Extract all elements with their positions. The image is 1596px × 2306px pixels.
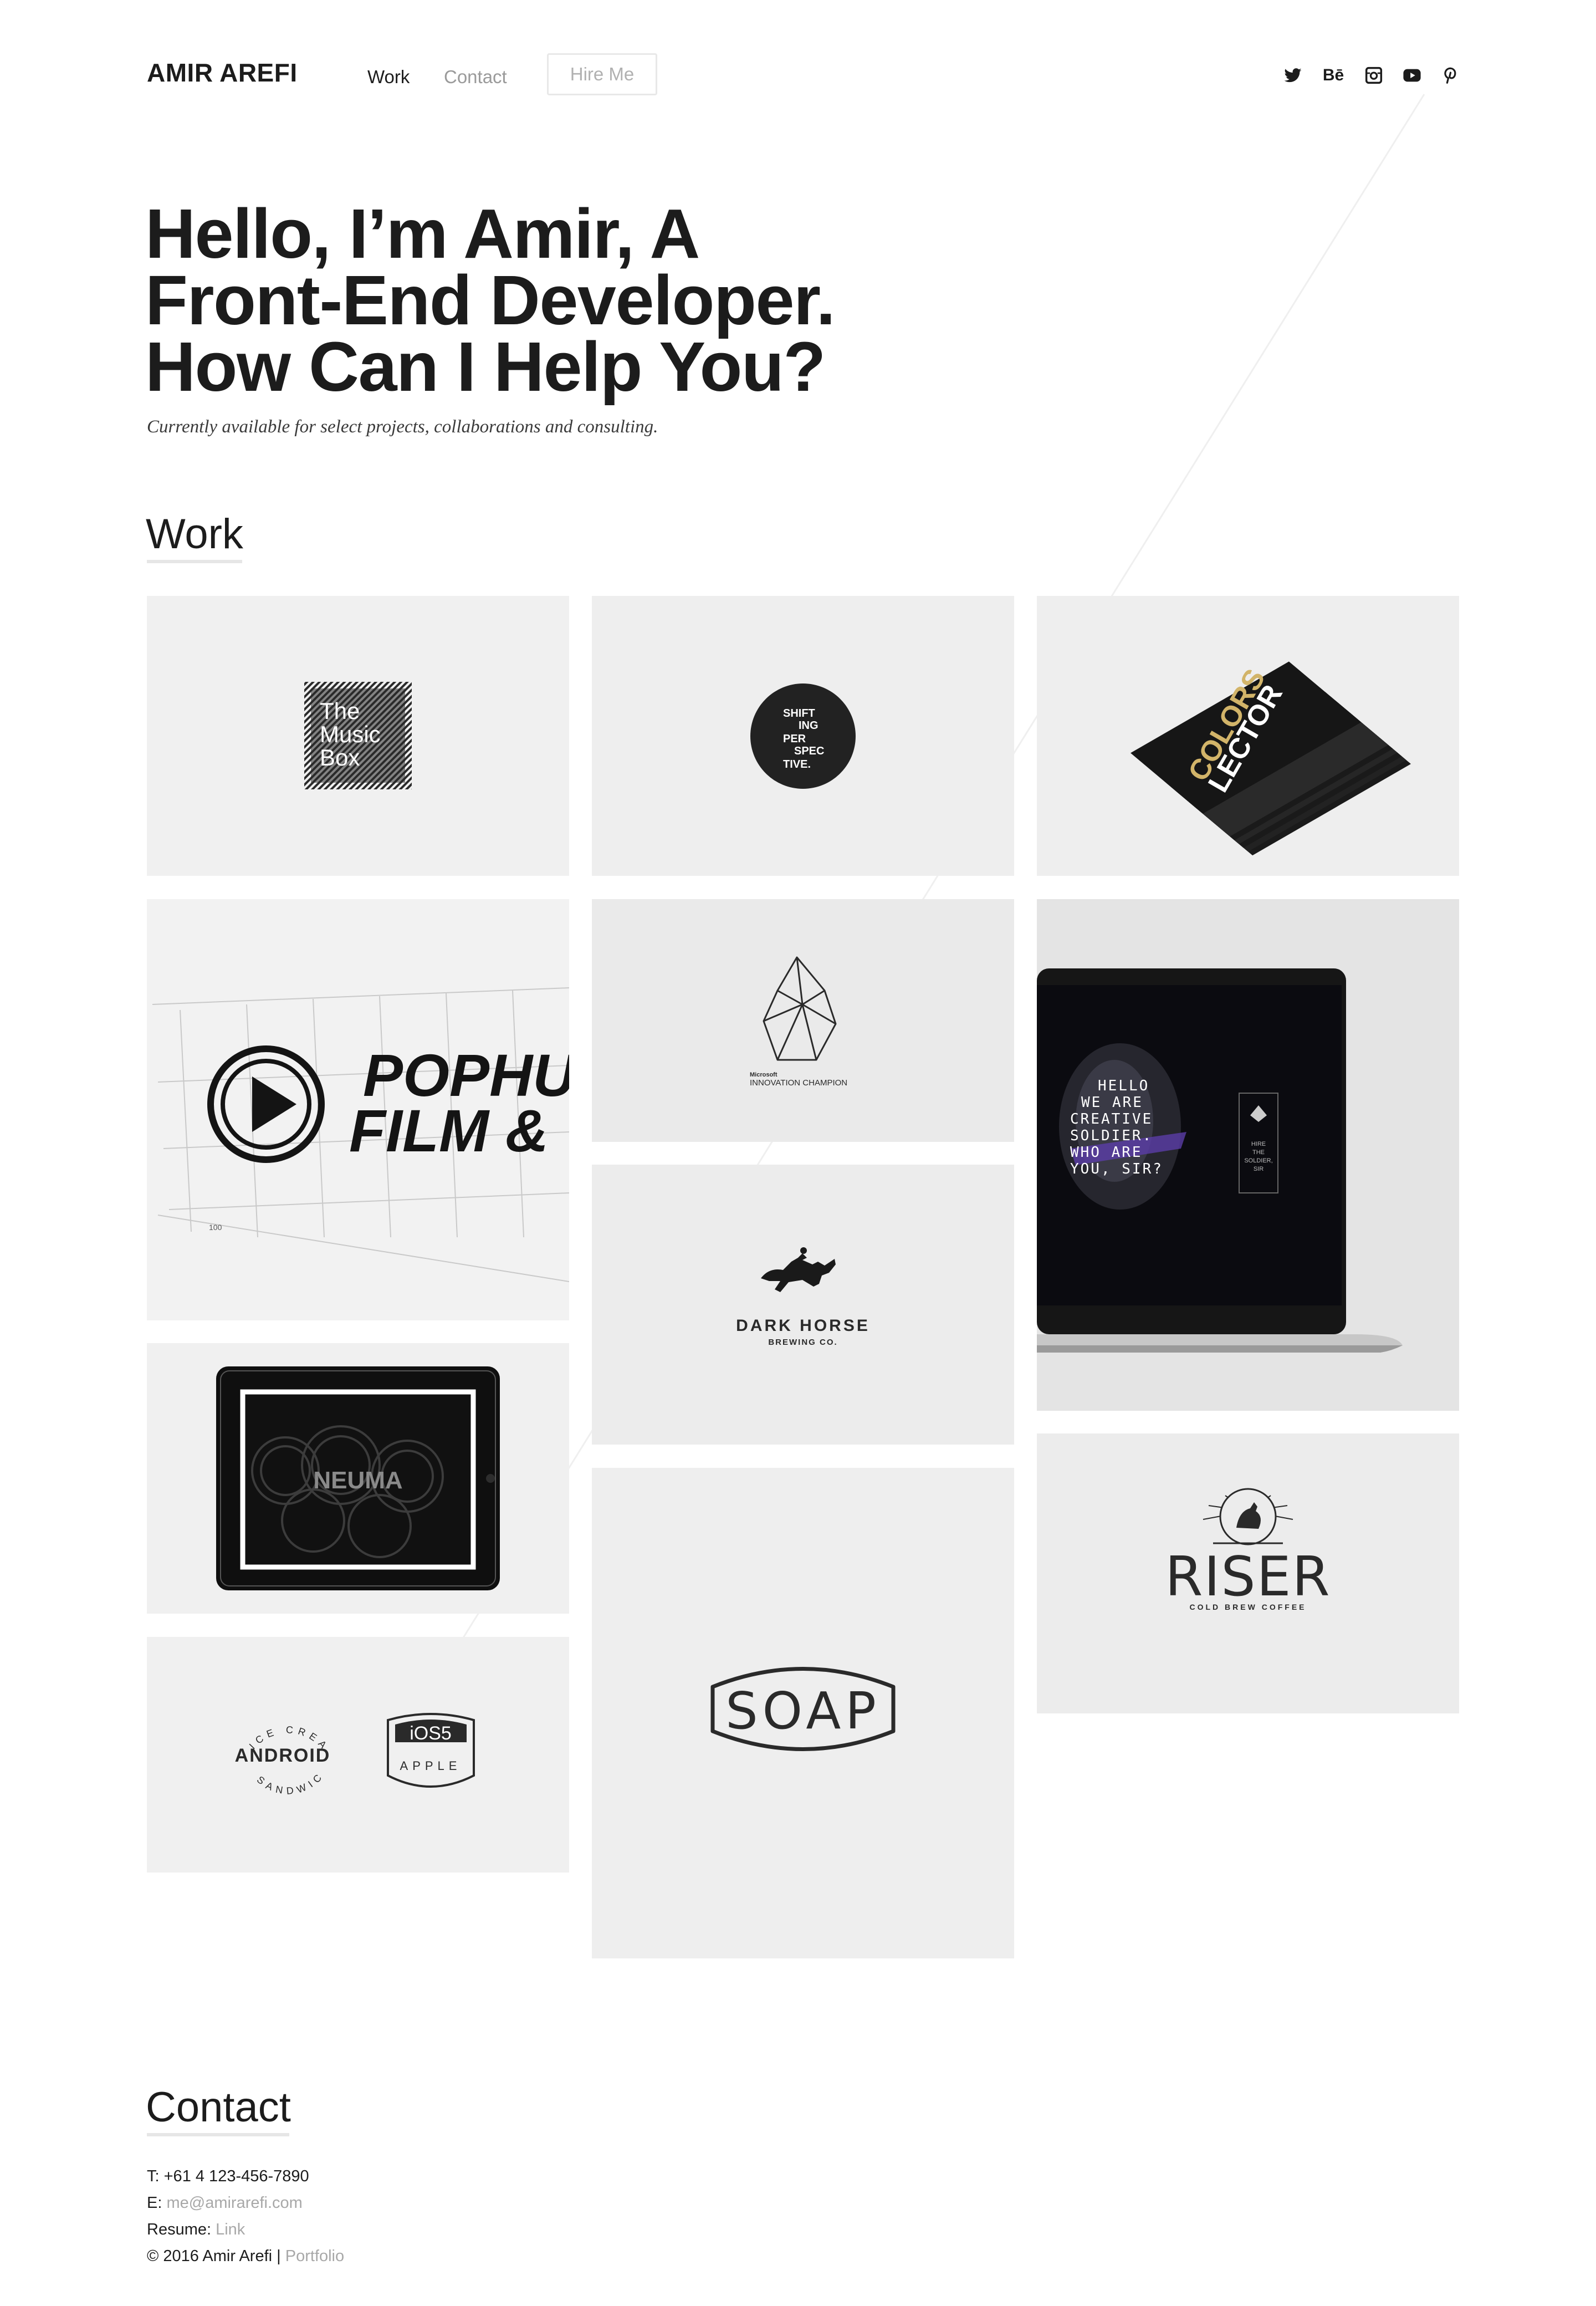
- youtube-icon[interactable]: [1402, 65, 1422, 85]
- project-tile-innovation-champion[interactable]: Microsoft INNOVATION CHAMPION: [592, 899, 1014, 1142]
- ios-label: iOS5: [410, 1723, 452, 1744]
- phone-number: +61 4 123-456-7890: [163, 2167, 309, 2185]
- project-tile-neuma[interactable]: NEUMA: [147, 1343, 569, 1614]
- svg-text:ICE CREAM: ICE CREAM: [147, 1637, 331, 1754]
- laptop-mockup: HELLO WE ARE CREATIVE SOLDIER. WHO ARE Y…: [1037, 968, 1403, 1353]
- email-label: E:: [147, 2194, 167, 2212]
- soap-logo: SOAP: [710, 1667, 896, 1751]
- project-tile-pophu-film[interactable]: POPHU FILM & 100: [147, 899, 569, 1320]
- laptop-headline: WHO ARE: [1070, 1144, 1143, 1161]
- portfolio-link[interactable]: Portfolio: [285, 2247, 344, 2265]
- work-section-title: Work: [146, 511, 243, 558]
- neuma-tablet: NEUMA: [216, 1366, 500, 1590]
- android-ios-badges: ICE CREAM ANDROID SANDWICH iOS5 APPLE: [147, 1637, 475, 1797]
- innovation-label: INNOVATION CHAMPION: [750, 1078, 847, 1088]
- project-tile-shifting-perspective[interactable]: SHIFT ING PER SPEC TIVE.: [592, 596, 1014, 876]
- shifting-text: SHIFT: [783, 707, 815, 720]
- soap-title: SOAP: [725, 1681, 881, 1741]
- hero-line: How Can I Help You?: [145, 328, 826, 406]
- laptop-headline: YOU, SIR?: [1070, 1161, 1163, 1177]
- shifting-text: ING: [799, 720, 819, 732]
- resume-label: Resume:: [147, 2221, 216, 2238]
- laptop-side-text: SIR: [1254, 1166, 1264, 1172]
- laptop-side-text: SOLDIER,: [1244, 1157, 1272, 1164]
- laptop-side-text: THE: [1252, 1149, 1265, 1156]
- dark-horse-logo: DARK HORSE BREWING CO.: [736, 1247, 870, 1347]
- pinterest-icon[interactable]: [1440, 65, 1460, 85]
- innovation-champion-logo: Microsoft INNOVATION CHAMPION: [750, 956, 847, 1088]
- hero-line: Hello, I’m Amir, A: [145, 195, 700, 273]
- music-box-logo: The Music Box: [304, 682, 412, 789]
- hero-line: Front-End Developer.: [145, 261, 836, 339]
- apple-label: APPLE: [400, 1759, 462, 1773]
- project-tile-android-ios[interactable]: ICE CREAM ANDROID SANDWICH iOS5 APPLE: [147, 1637, 569, 1873]
- email-link[interactable]: me@amirarefi.com: [166, 2194, 302, 2212]
- pophu-film-logo: POPHU FILM & 100: [152, 987, 569, 1282]
- music-box-text: Box: [320, 744, 360, 771]
- riser-title: RISER: [1165, 1545, 1331, 1609]
- instagram-icon[interactable]: [1364, 65, 1384, 85]
- laptop-headline: CREATIVE: [1070, 1111, 1153, 1128]
- contact-email-row: E: me@amirarefi.com: [147, 2190, 344, 2216]
- hire-me-button[interactable]: Hire Me: [547, 53, 657, 95]
- pophu-subtitle: FILM &: [349, 1097, 549, 1164]
- project-tile-soap[interactable]: SOAP: [592, 1468, 1014, 1958]
- project-tile-music-box[interactable]: The Music Box: [147, 596, 569, 876]
- contact-phone-row: T: +61 4 123-456-7890: [147, 2163, 344, 2190]
- laptop-side-text: HIRE: [1251, 1141, 1266, 1147]
- project-tile-colors-lector[interactable]: COLORS LECTOR: [1037, 596, 1459, 876]
- contact-details: T: +61 4 123-456-7890 E: me@amirarefi.co…: [147, 2163, 344, 2269]
- microsoft-label: Microsoft: [750, 1072, 777, 1078]
- android-label: ANDROID: [235, 1745, 331, 1766]
- android-arc-bottom: SANDWICH: [147, 1637, 323, 1797]
- colors-lector-books: COLORS LECTOR: [1130, 661, 1411, 856]
- twitter-icon[interactable]: [1283, 65, 1303, 85]
- project-tile-dark-horse[interactable]: DARK HORSE BREWING CO.: [592, 1165, 1014, 1445]
- nav-link-work[interactable]: Work: [367, 67, 410, 88]
- behance-icon[interactable]: Bē: [1321, 65, 1346, 85]
- riser-logo: RISER COLD BREW COFFEE: [1165, 1488, 1331, 1611]
- shifting-text: PER: [783, 733, 806, 745]
- site-header: AMIR AREFI Work Contact Hire Me Bē: [147, 53, 1460, 103]
- android-arc-top: ICE CREAM: [147, 1637, 327, 1754]
- svg-text:SANDWICH: SANDWICH: [147, 1637, 327, 1797]
- nav-link-contact[interactable]: Contact: [444, 67, 507, 88]
- shifting-text: TIVE.: [783, 758, 811, 771]
- laptop-headline: HELLO: [1098, 1078, 1149, 1094]
- dark-horse-subtitle: BREWING CO.: [768, 1338, 837, 1347]
- contact-section-title: Contact: [146, 2084, 291, 2131]
- hero-heading: Hello, I’m Amir, A Front-End Developer. …: [145, 195, 866, 406]
- copyright-row: © 2016 Amir Arefi | Portfolio: [147, 2243, 344, 2269]
- contact-title-underline: [147, 2133, 289, 2136]
- hero-subtitle: Currently available for select projects,…: [147, 417, 658, 437]
- contact-resume-row: Resume: Link: [147, 2216, 344, 2243]
- neuma-title: NEUMA: [313, 1467, 402, 1494]
- shifting-text: SPEC: [794, 745, 824, 757]
- site-logo[interactable]: AMIR AREFI: [147, 58, 298, 88]
- pophu-measure: 100: [209, 1223, 222, 1232]
- riser-subtitle: COLD BREW COFFEE: [1190, 1603, 1307, 1611]
- copyright-text: © 2016 Amir Arefi |: [147, 2247, 285, 2265]
- laptop-headline: WE ARE: [1081, 1094, 1143, 1111]
- phone-label: T:: [147, 2167, 164, 2185]
- music-box-text: The: [320, 698, 360, 724]
- project-tile-creative-soldier[interactable]: HELLO WE ARE CREATIVE SOLDIER. WHO ARE Y…: [1037, 899, 1459, 1411]
- laptop-headline: SOLDIER.: [1070, 1128, 1153, 1144]
- social-links: Bē: [1283, 65, 1460, 85]
- project-tile-riser[interactable]: RISER COLD BREW COFFEE: [1037, 1433, 1459, 1713]
- resume-link[interactable]: Link: [216, 2221, 245, 2238]
- dark-horse-title: DARK HORSE: [736, 1317, 870, 1335]
- work-title-underline: [147, 560, 242, 563]
- shifting-perspective-logo: SHIFT ING PER SPEC TIVE.: [750, 683, 856, 789]
- music-box-text: Music: [320, 721, 381, 747]
